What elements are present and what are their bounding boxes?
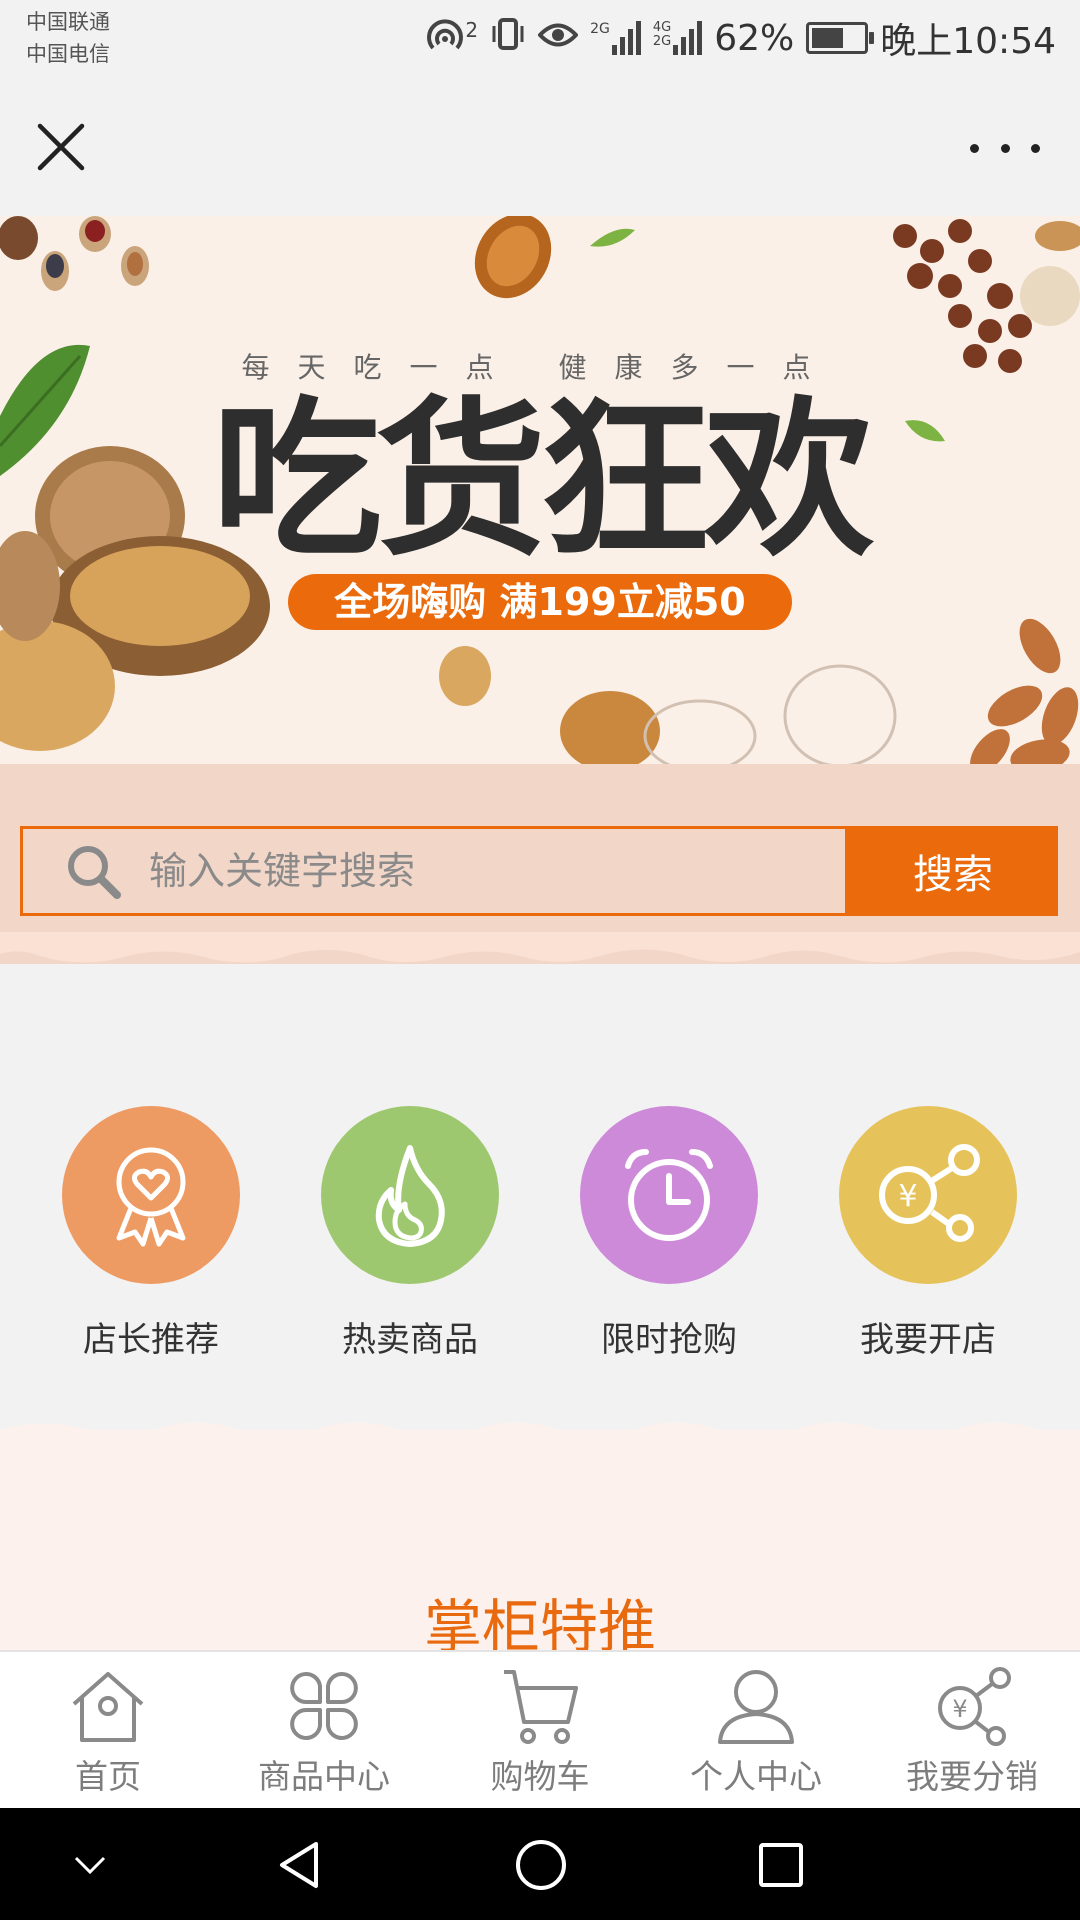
tab-label: 我要分销 [906,1757,1038,1796]
quick-link-label: 店长推荐 [83,1320,219,1360]
featured-section: 掌柜特推 [0,1422,1080,1661]
tab-personal-center[interactable]: 个人中心 [648,1652,864,1810]
carrier-name-1: 中国联通 [26,10,110,34]
signal-2g: 2G [590,21,641,55]
battery-percent: 62% [714,17,795,59]
battery-fill [812,28,844,48]
search-input[interactable] [147,830,791,912]
search-icon [68,846,121,899]
home-icon [72,1672,144,1742]
search-box[interactable] [20,826,848,916]
status-indicators: 2 2G 4G 2G 62% 晚上10:54 [425,14,1056,62]
top-navigation-bar [0,78,1080,217]
banner-subtitle: 每天吃一点 健康多一点 [241,351,839,384]
promo-banner[interactable]: 每天吃一点 健康多一点 吃货狂欢 全场嗨购 满199立减50 [0,216,1080,764]
search-button[interactable]: 搜索 [848,826,1058,916]
quick-link-label: 我要开店 [860,1320,996,1360]
back-icon[interactable] [274,1838,324,1892]
banner-title: 吃货狂欢 [211,382,874,580]
wavy-divider [0,932,1080,963]
svg-text:¥: ¥ [952,1695,967,1723]
grid-icon [290,1672,358,1740]
search-section: 搜索 [0,764,1080,964]
quick-link-open-store[interactable]: ¥ 我要开店 [838,1106,1018,1361]
more-options-button[interactable] [970,123,1040,173]
close-icon [37,123,85,171]
share-yen-icon: ¥ [879,1144,980,1242]
quick-link-hot-products[interactable]: 热卖商品 [320,1106,500,1361]
carrier-name-2: 中国电信 [26,42,110,66]
tab-label: 商品中心 [258,1757,390,1796]
eye-icon [537,18,579,59]
cart-icon [504,1670,578,1744]
close-button[interactable] [30,116,92,178]
bottom-tab-bar: 首页 商品中心 购物车 个人中心 ¥ 我要分销 [0,1650,1080,1810]
quick-link-circle: ¥ [839,1106,1017,1284]
tab-label: 首页 [75,1757,141,1796]
more-dot [1000,143,1010,153]
network-type-1: 2G [590,21,610,37]
signal-4g: 4G 2G [652,20,703,55]
tab-distribution[interactable]: ¥ 我要分销 [864,1652,1080,1810]
quick-link-manager-recommend[interactable]: 店长推荐 [61,1106,241,1361]
svg-text:¥: ¥ [898,1179,917,1214]
recent-apps-icon[interactable] [756,1840,806,1890]
status-bar: 中国联通 中国电信 2 2G 4G 2G 62% 晚上10:54 [0,0,1080,78]
hotspot-count: 2 [465,18,479,42]
home-circle-icon[interactable] [514,1838,568,1892]
vibrate-icon [490,14,526,63]
quick-link-flash-sale[interactable]: 限时抢购 [579,1106,759,1361]
badge-heart-icon [116,1147,186,1247]
flame-icon [375,1145,445,1247]
tab-cart[interactable]: 购物车 [432,1652,648,1810]
quick-link-circle [321,1106,499,1284]
tab-label: 购物车 [490,1757,590,1796]
banner-promo-pill: 全场嗨购 满199立减50 [288,574,792,630]
quick-link-label: 限时抢购 [601,1320,737,1360]
tab-label: 个人中心 [690,1757,822,1796]
battery-icon [806,22,875,54]
share-yen-icon: ¥ [938,1667,1011,1746]
more-dot [970,143,979,153]
network-type-2: 4G 2G [652,20,672,49]
collapse-icon[interactable] [70,1846,110,1886]
alarm-clock-icon [625,1149,713,1241]
clock: 晚上10:54 [880,21,1056,62]
more-dot [1031,143,1040,153]
quick-link-circle [62,1106,240,1284]
tab-product-center[interactable]: 商品中心 [216,1652,432,1810]
quick-link-label: 热卖商品 [342,1320,478,1360]
wavy-divider [0,1422,1080,1448]
signal-bars-icon [673,21,703,55]
tab-home[interactable]: 首页 [0,1652,216,1810]
quick-link-circle [580,1106,758,1284]
system-navigation-bar [0,1808,1080,1920]
signal-bars-icon [611,21,641,55]
hotspot-icon: 2 [425,18,478,58]
user-icon [718,1670,794,1744]
